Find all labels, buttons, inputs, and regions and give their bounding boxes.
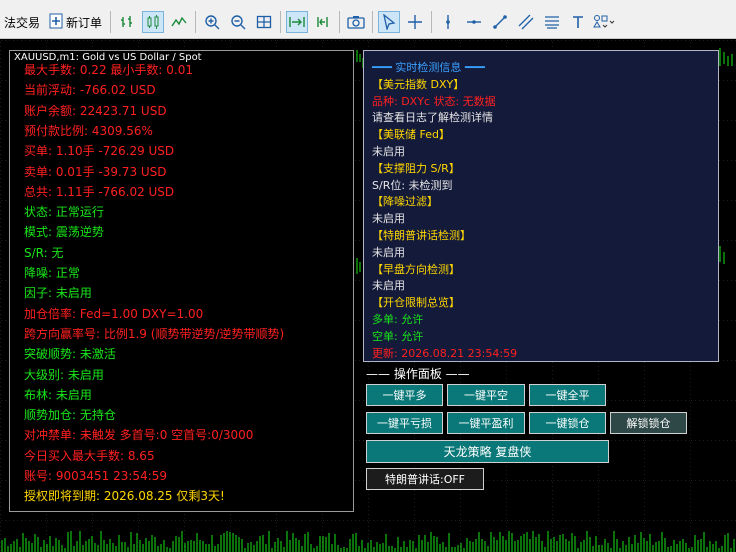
account-info-line: 今日买入最大手数: 8.65 (24, 448, 155, 463)
shapes-icon[interactable] (593, 11, 615, 33)
toolbar-separator (195, 11, 197, 33)
account-info-line: 最大手数: 0.22 最小手数: 0.01 (24, 63, 193, 77)
account-info-line: 因子: 未启用 (24, 286, 92, 301)
detection-info-line: 请查看日志了解检测详情 (372, 111, 493, 125)
text-tool-icon[interactable] (567, 11, 589, 33)
price-chart[interactable]: XAUUSD,m1: Gold vs US Dollar / Spot 最大手数… (0, 40, 736, 552)
close-all-sell-button[interactable]: 一键平空 (447, 384, 525, 406)
lock-position-button[interactable]: 一键锁仓 (529, 412, 606, 434)
trump-speech-toggle[interactable]: 特朗普讲话:OFF (366, 468, 484, 490)
channel-icon[interactable] (515, 11, 537, 33)
trendline-icon[interactable] (489, 11, 511, 33)
horizontal-line-icon[interactable] (463, 11, 485, 33)
candlestick-icon[interactable] (142, 11, 165, 33)
algo-trading-button[interactable]: 法交易 (0, 14, 44, 31)
account-info-line: 布林: 未启用 (24, 387, 92, 402)
account-info-line: 账号: 9003451 23:54:59 (24, 469, 168, 483)
chart-shift-icon[interactable] (312, 11, 334, 33)
detection-info-line: 【特朗普讲话检测】 (372, 229, 471, 242)
toolbar-separator (110, 11, 112, 33)
line-chart-icon[interactable] (168, 11, 190, 33)
account-info-line: 跨方向赢率号: 比例1.9 (顺势带逆势/逆势带顺势) (24, 326, 285, 341)
unlock-position-button[interactable]: 解锁锁仓 (610, 412, 687, 434)
detection-info-line: 未启用 (372, 245, 405, 259)
account-info-line: 总共: 1.11手 -766.02 USD (24, 184, 175, 199)
zoom-out-icon[interactable] (227, 11, 249, 33)
cursor-icon[interactable] (378, 11, 401, 33)
close-all-buy-button[interactable]: 一键平多 (366, 384, 443, 406)
toolbar-separator (431, 11, 433, 33)
detection-info-line: 未启用 (372, 212, 405, 226)
detection-info-line: 品种: DXYc 状态: 无数据 (372, 94, 496, 108)
realtime-detection-panel: ━━━ 实时检测信息 ━━━ 【美元指数 DXY】品种: DXYc 状态: 无数据… (363, 50, 719, 362)
account-info-line: 顺势加仓: 无持仓 (24, 408, 116, 423)
account-info-line: 账户余额: 22423.71 USD (24, 103, 167, 118)
toolbar-separator (372, 11, 374, 33)
detection-info-line: 未启用 (372, 145, 405, 158)
screenshot-icon[interactable] (345, 11, 367, 33)
account-info-line: 对冲禁单: 未触发 多首号:0 空首号:0/3000 (24, 428, 254, 443)
account-info-panel: XAUUSD,m1: Gold vs US Dollar / Spot 最大手数… (9, 50, 354, 512)
toolbar-separator (339, 11, 341, 33)
fibonacci-icon[interactable] (541, 11, 563, 33)
auto-scroll-icon[interactable] (286, 11, 309, 33)
detection-info-line: 更新: 2026.08.21 23:54:59 (372, 346, 518, 360)
bar-chart-icon[interactable] (116, 11, 138, 33)
toolbar: 法交易 新订单 (0, 6, 736, 39)
ops-panel-title: —— 操作面板 —— (366, 367, 470, 381)
new-order-icon (49, 13, 63, 32)
account-info-line: 预付款比例: 4309.56% (24, 123, 153, 138)
detection-info-line: 【早盘方向检测】 (372, 262, 460, 276)
account-info-line: 加仓倍率: Fed=1.00 DXY=1.00 (24, 306, 204, 321)
new-order-label: 新订单 (66, 15, 103, 30)
detection-info-line: 【降噪过滤】 (372, 195, 438, 209)
zoom-in-icon[interactable] (201, 11, 223, 33)
account-info-line: 突破顺势: 未激活 (24, 347, 116, 362)
detection-info-line: ━━━ 实时检测信息 ━━━ (372, 61, 485, 74)
detection-info-line: 空单: 允许 (372, 329, 424, 343)
detection-info-line: 未启用 (372, 279, 405, 293)
account-info-line: 状态: 正常运行 (24, 205, 104, 220)
close-all-button[interactable]: 一键全平 (529, 384, 606, 406)
tile-windows-icon[interactable] (253, 11, 275, 33)
vertical-line-icon[interactable] (437, 11, 459, 33)
account-info-line: 当前浮动: -766.02 USD (24, 83, 156, 98)
account-info-line: 买单: 1.10手 -726.29 USD (24, 144, 175, 159)
close-loss-button[interactable]: 一键平亏损 (366, 412, 443, 434)
strategy-button[interactable]: 天龙策略 复盘侠 (366, 440, 609, 463)
account-info-line: 降噪: 正常 (24, 266, 80, 280)
new-order-button[interactable]: 新订单 (44, 9, 107, 35)
detection-info-line: 【美联储 Fed】 (372, 128, 450, 142)
toolbar-separator (280, 11, 282, 33)
account-info-line: 模式: 震荡逆势 (24, 225, 104, 240)
detection-info-line: 【支撑阻力 S/R】 (372, 161, 460, 175)
crosshair-icon[interactable] (404, 11, 426, 33)
account-info-line: 大级别: 未启用 (24, 367, 104, 382)
detection-info-line: 【开仓限制总览】 (372, 296, 460, 310)
detection-info-line: 【美元指数 DXY】 (372, 77, 465, 91)
detection-info-line: S/R位: 未检测到 (372, 178, 453, 192)
detection-info-line: 多单: 允许 (372, 313, 424, 326)
close-profit-button[interactable]: 一键平盈利 (447, 412, 525, 434)
account-info-line: S/R: 无 (24, 245, 64, 260)
account-info-line: 卖单: 0.01手 -39.73 USD (24, 164, 167, 179)
account-info-line: 授权即将到期: 2026.08.25 仅剩3天! (24, 489, 225, 504)
